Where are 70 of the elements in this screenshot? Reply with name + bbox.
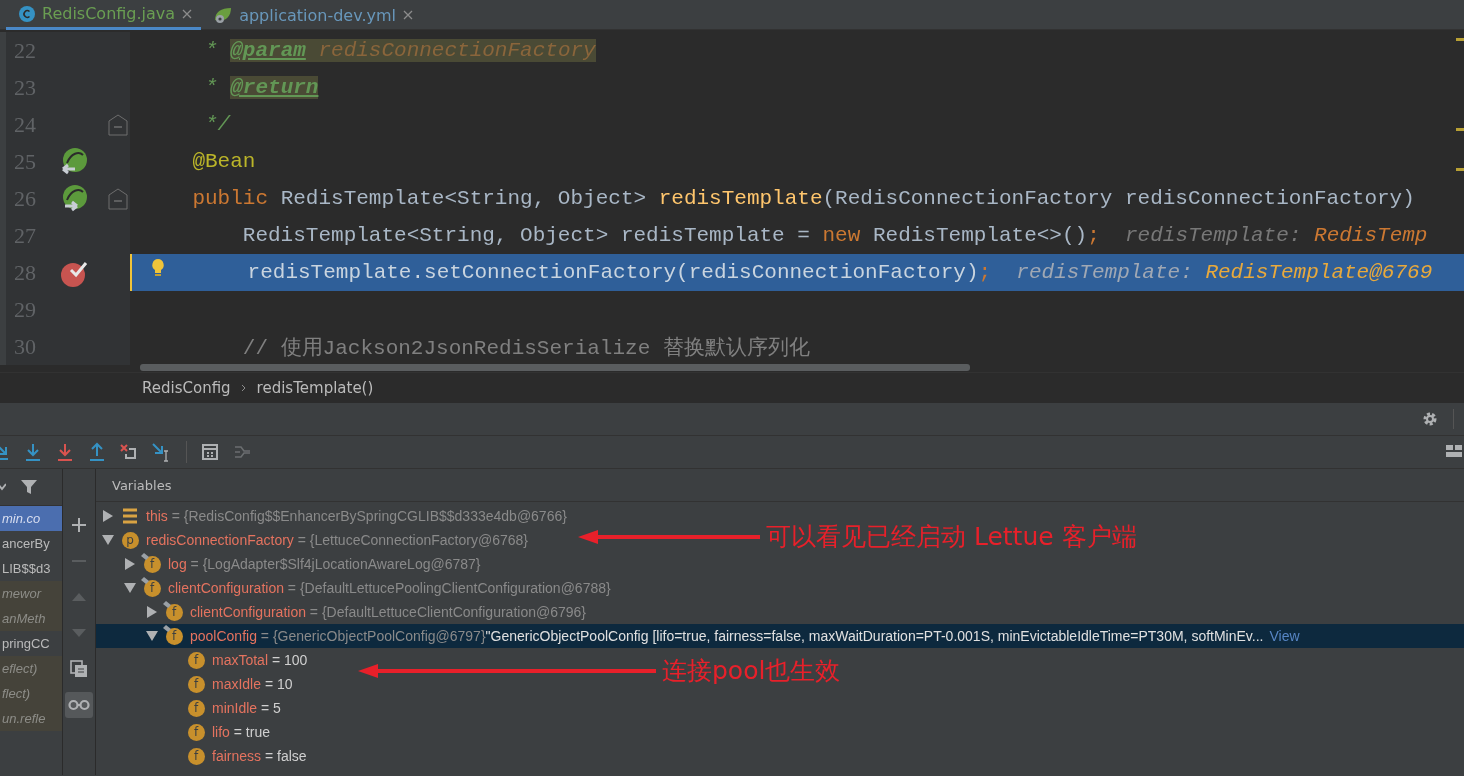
expanded-triangle-icon[interactable] (146, 631, 158, 641)
calculator-icon[interactable] (201, 443, 219, 461)
code-line: public RedisTemplate<String, Object> redisTemplate(RedisConnectionFactory redisConnectionFactory) (191, 187, 1415, 210)
trace-icon (233, 443, 251, 461)
field-icon: f (187, 723, 205, 741)
field-icon: f (187, 651, 205, 669)
stack-frame[interactable]: eflect) (0, 656, 62, 681)
stack-frame[interactable]: ancerBy (0, 531, 62, 556)
lightbulb-icon[interactable] (150, 258, 166, 278)
variable-entry[interactable]: maxIdle = 10 (212, 676, 293, 692)
breadcrumb[interactable]: RedisConfig (142, 378, 231, 397)
field-icon: f (187, 675, 205, 693)
stack-frame[interactable]: min.co (0, 506, 62, 531)
step-out-icon[interactable] (88, 442, 106, 462)
view-link[interactable]: View (1269, 628, 1300, 644)
stack-frame[interactable]: un.refle (0, 706, 62, 731)
collapsed-triangle-icon[interactable] (103, 510, 113, 522)
variable-entry[interactable]: this = {RedisConfig$$EnhancerBySpringCGLIB$$d333e4db@6766} (146, 508, 567, 524)
scrollbar[interactable] (140, 364, 970, 371)
variable-entry[interactable]: clientConfiguration = {DefaultLettucePoolingClientConfiguration@6788} (168, 580, 611, 596)
filter-icon[interactable] (20, 478, 38, 496)
code-line: @Bean (191, 150, 256, 173)
field-icon: f (165, 627, 183, 645)
variable-entry[interactable]: clientConfiguration = {DefaultLettuceClientConfiguration@6796} (190, 604, 586, 620)
code-line: // 使用Jackson2JsonRedisSerialize 替换默认序列化 (241, 335, 810, 361)
collapsed-triangle-icon[interactable] (147, 606, 157, 618)
code-line: */ (204, 113, 231, 136)
collapsed-triangle-icon[interactable] (125, 558, 135, 570)
annotation-text: 连接pool也生效 (662, 655, 841, 687)
stack-frame[interactable]: flect) (0, 681, 62, 706)
class-icon (18, 4, 36, 23)
variable-entry[interactable]: log = {LogAdapter$Slf4jLocationAwareLog@6787} (168, 556, 481, 572)
force-step-into-icon[interactable] (56, 442, 74, 462)
variable-entry[interactable]: fairness = false (212, 748, 307, 764)
add-icon[interactable] (71, 517, 87, 533)
stack-frame[interactable]: pringCC (0, 631, 62, 656)
step-into-icon[interactable] (24, 442, 42, 462)
chevron-icon (240, 383, 247, 392)
field-icon: f (165, 603, 183, 621)
parameter-icon: p (121, 531, 139, 549)
field-icon: f (143, 555, 161, 573)
variable-entry[interactable]: lifo = true (212, 724, 270, 740)
variable-entry[interactable]: maxTotal = 100 (212, 652, 308, 668)
variable-entry[interactable]: poolConfig = {GenericObjectPoolConfig@6797}"GenericObjectPoolConfig [lifo=true, fairness=false, maxWaitDuration=PT-0.001S, minEvictableIdleTime=PT30M, softMinEv... (190, 628, 1264, 644)
leaf-gear-icon (213, 6, 234, 24)
close-icon[interactable] (401, 9, 414, 21)
list-icon (122, 508, 138, 524)
file-tab[interactable]: application-dev.yml (201, 0, 422, 30)
field-icon: f (143, 579, 161, 597)
panel-title: Variables (112, 477, 172, 493)
breadcrumb[interactable]: redisTemplate() (256, 378, 374, 397)
settings-icon[interactable] (1421, 410, 1439, 428)
glasses-icon[interactable] (68, 699, 90, 711)
variable-entry[interactable]: minIdle = 5 (212, 700, 281, 716)
field-icon: f (187, 699, 205, 717)
field-icon: f (187, 747, 205, 765)
stack-frame[interactable]: anMeth (0, 606, 62, 631)
close-icon[interactable] (181, 7, 194, 20)
caret-icon[interactable] (0, 482, 6, 492)
code-line: RedisTemplate<String, Object> redisTemplate = new RedisTemplate<>(); redisTemplate: RedisTemp (241, 224, 1428, 247)
stack-frame[interactable]: mewor (0, 581, 62, 606)
variable-entry[interactable]: redisConnectionFactory = {LettuceConnectionFactory@6768} (146, 532, 528, 548)
drop-frame-icon[interactable] (120, 442, 138, 462)
expanded-triangle-icon[interactable] (102, 535, 114, 545)
copy-icon[interactable] (70, 660, 88, 678)
expanded-triangle-icon[interactable] (124, 583, 136, 593)
layout-icon[interactable] (1446, 445, 1464, 459)
annotation-text: 可以看见已经启动 Lettue 客户端 (766, 521, 1137, 553)
code-line: redisTemplate.setConnectionFactory(redisConnectionFactory); redisTemplate: RedisTemplate@6769 (246, 261, 1433, 284)
stack-frame[interactable]: LIB$$d3 (0, 556, 62, 581)
